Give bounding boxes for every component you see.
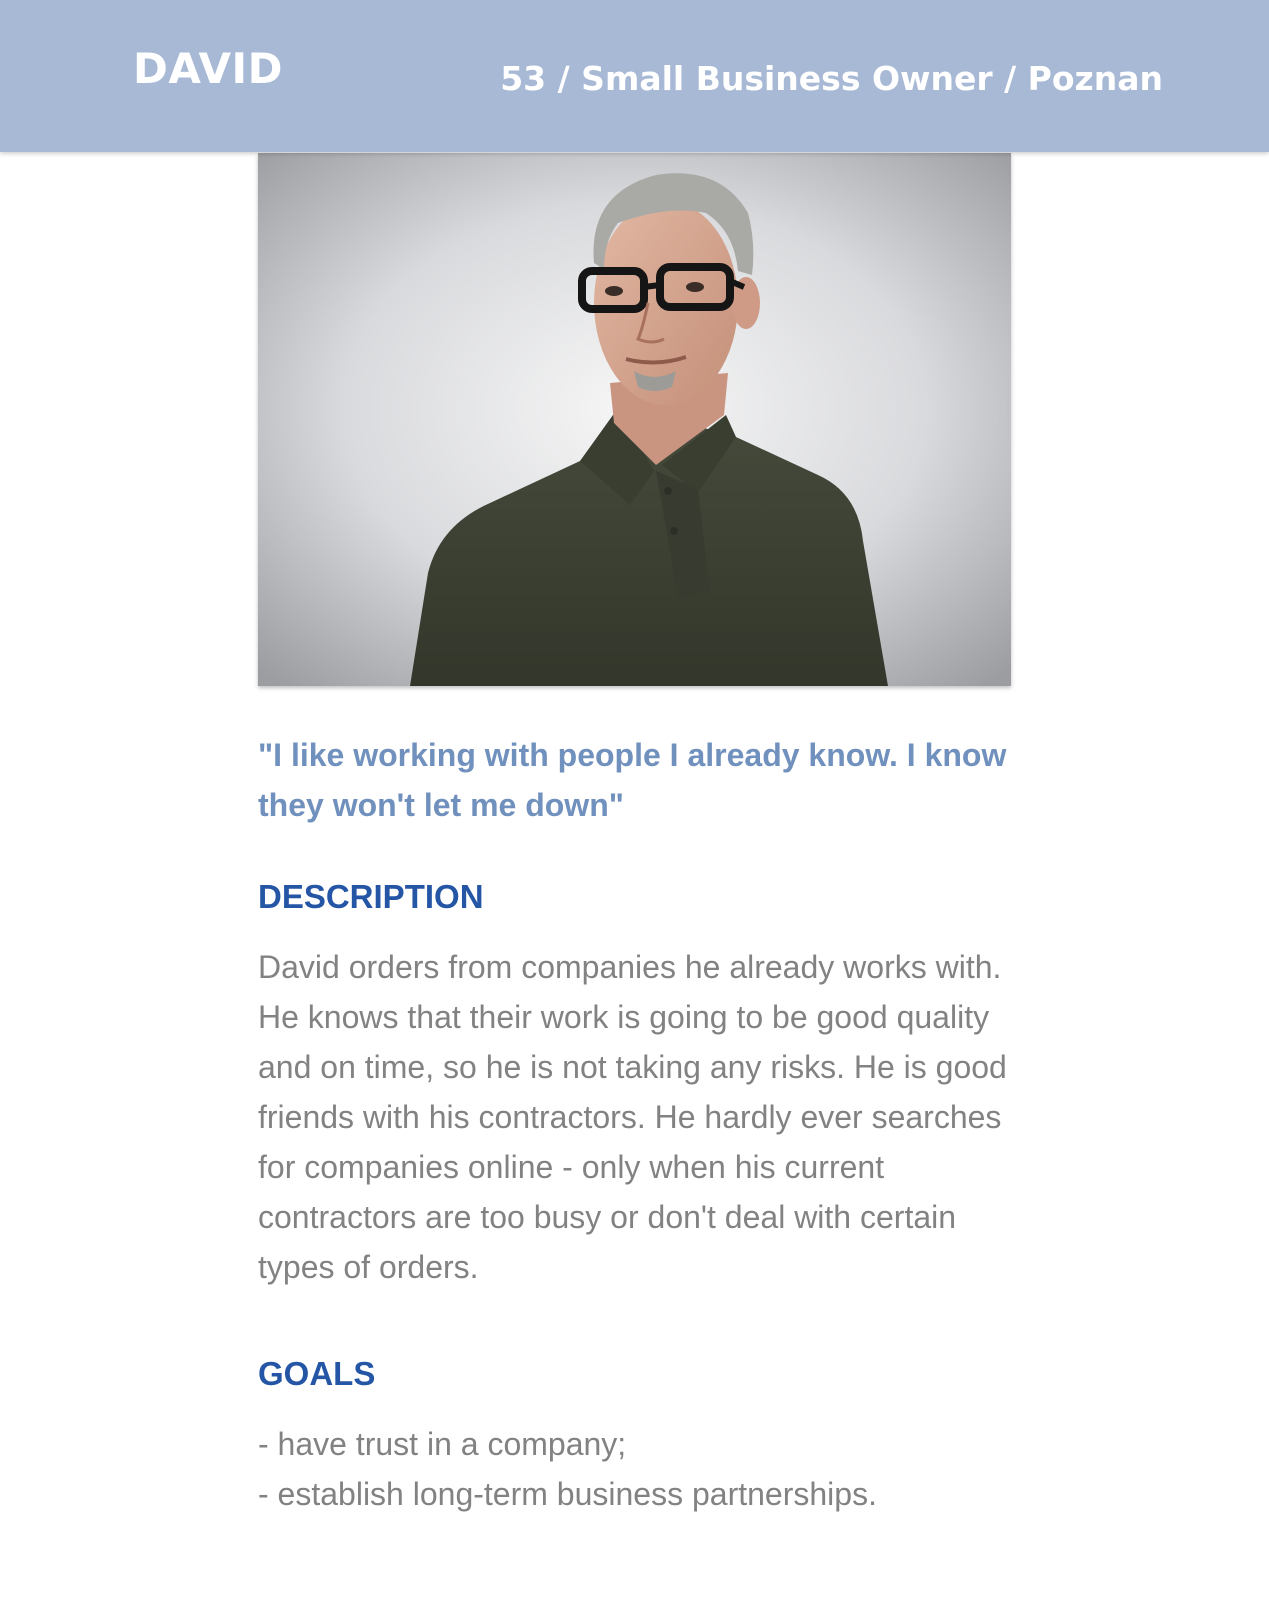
persona-meta: 53 / Small Business Owner / Poznan: [500, 59, 1163, 98]
persona-portrait-icon: [258, 153, 1011, 686]
persona-name: DAVID: [133, 44, 284, 93]
goal-item: - establish long-term business partnersh…: [258, 1476, 877, 1512]
description-text: David orders from companies he already w…: [258, 949, 1007, 1285]
description-heading: DESCRIPTION: [258, 878, 484, 915]
goal-item: - have trust in a company;: [258, 1426, 627, 1462]
persona-photo: [258, 153, 1011, 686]
goals-list: - have trust in a company; - establish l…: [258, 1419, 1018, 1519]
goals-heading: GOALS: [258, 1355, 376, 1392]
persona-quote: "I like working with people I already kn…: [258, 737, 1007, 823]
persona-header: DAVID 53 / Small Business Owner / Poznan: [0, 0, 1269, 152]
